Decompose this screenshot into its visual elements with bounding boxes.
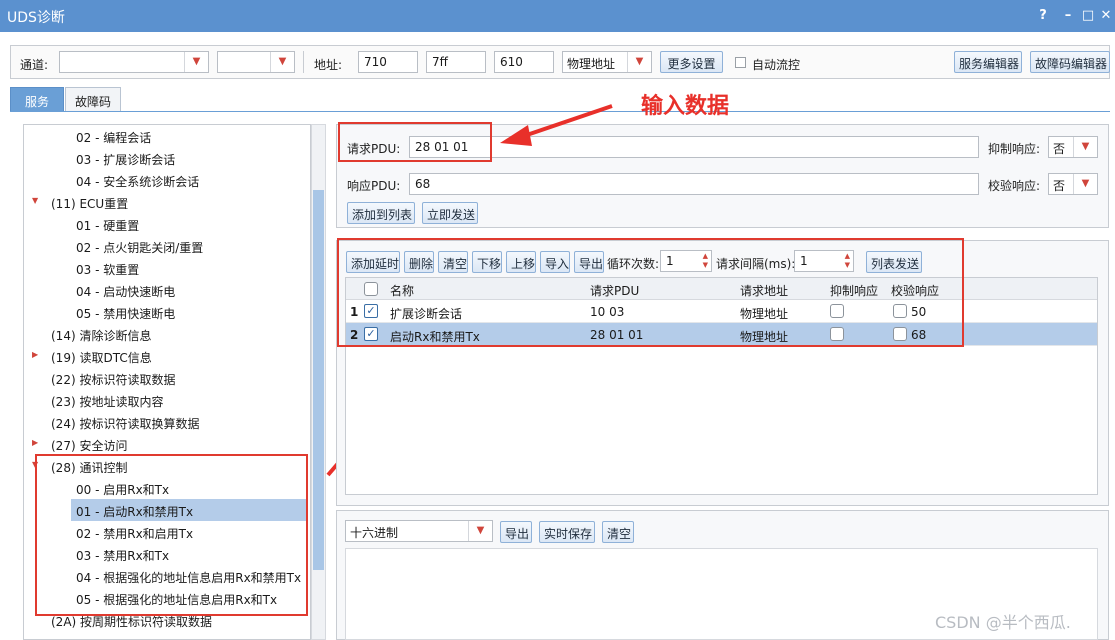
realtime-save-button[interactable]: 实时保存 <box>539 521 595 543</box>
chevron-down-icon: ▼ <box>468 521 492 541</box>
arrow-right-icon <box>500 104 613 146</box>
clear-output-button[interactable]: 清空 <box>602 521 634 543</box>
export-output-button[interactable]: 导出 <box>500 521 532 543</box>
output-format-select[interactable]: 十六进制 ▼ <box>345 520 493 542</box>
highlight-box-list <box>337 238 964 347</box>
watermark: CSDN @半个西瓜. <box>935 613 1071 632</box>
